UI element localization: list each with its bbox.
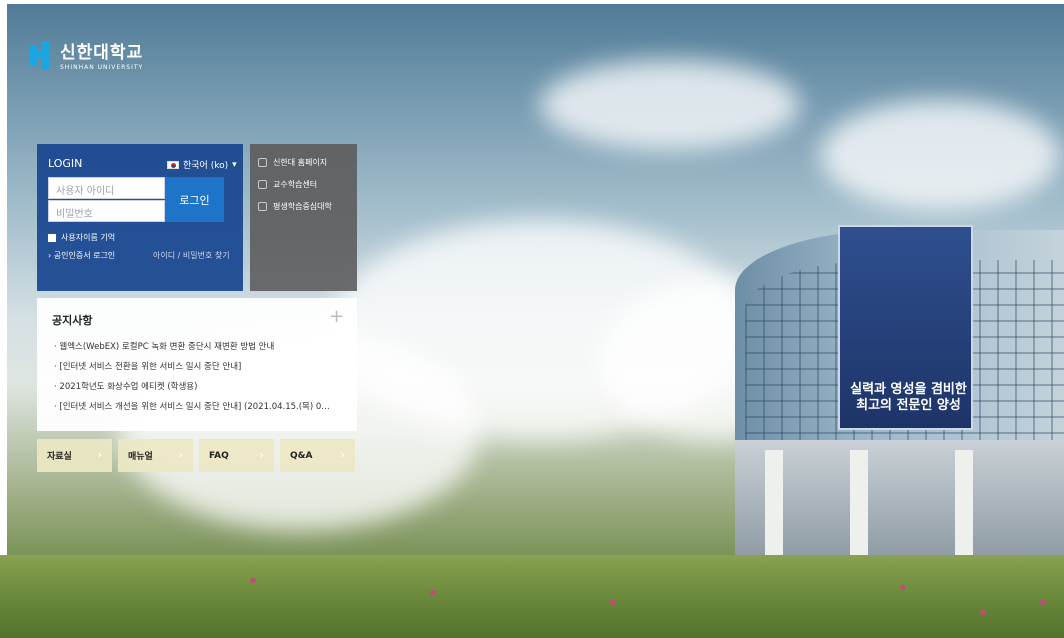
faq-button[interactable]: FAQ › (199, 439, 274, 472)
flower (980, 610, 986, 615)
logo-mark-icon (28, 40, 54, 69)
manual-label: 매뉴얼 (128, 452, 153, 462)
username-input[interactable]: 사용자 아이디 (48, 177, 165, 199)
password-input[interactable]: 비밀번호 (48, 200, 165, 222)
flower (430, 590, 436, 595)
cube-icon (258, 202, 267, 211)
notice-item[interactable]: · 웹엑스(WebEX) 로컬PC 녹화 변환 중단시 재변환 방법 안내 (54, 340, 350, 352)
building-base (735, 440, 1064, 560)
manual-button[interactable]: 매뉴얼 › (118, 439, 193, 472)
archive-button[interactable]: 자료실 › (37, 439, 112, 472)
notice-item[interactable]: · 2021학년도 화상수업 에티켓 (학생용) (54, 380, 350, 392)
quick-link-homepage[interactable]: 신한대 홈페이지 (258, 157, 327, 168)
faq-label: FAQ (209, 450, 229, 461)
login-panel: LOGIN 한국어 (ko) ▾ 사용자 아이디 비밀번호 로그인 사용자이름 … (37, 144, 243, 291)
remember-username[interactable]: 사용자이름 기억 (48, 232, 115, 243)
cloud (540, 60, 800, 150)
cert-login-link[interactable]: › 공인인증서 로그인 (48, 250, 115, 261)
quick-link-label: 평생학습중심대학 (273, 202, 332, 211)
flower (610, 600, 616, 605)
quick-link-teaching-center[interactable]: 교수학습센터 (258, 179, 317, 190)
frame-top (0, 0, 1064, 4)
flower (1040, 600, 1046, 605)
chevron-right-icon: › (97, 448, 102, 462)
logo-name: 신한대학교 (60, 43, 144, 63)
quick-links-panel: 신한대 홈페이지 교수학습센터 평생학습중심대학 (250, 144, 357, 291)
quick-link-label: 교수학습센터 (273, 180, 318, 189)
language-label: 한국어 (ko) (183, 161, 229, 171)
remember-checkbox[interactable] (48, 233, 56, 242)
notice-more-button[interactable]: + (329, 306, 344, 327)
login-title: LOGIN (48, 157, 83, 170)
quick-link-lifelong-learning[interactable]: 평생학습중심대학 (258, 201, 332, 212)
cube-icon (258, 158, 267, 167)
qna-button[interactable]: Q&A › (280, 439, 355, 472)
chevron-right-icon: › (340, 448, 345, 462)
grass-field (0, 555, 1064, 638)
cube-icon (258, 180, 267, 189)
building-banner-text: 실력과 영성을 겸비한 최고의 전문인 양성 (850, 382, 967, 413)
logo-subtitle: SHINHAN UNIVERSITY (60, 64, 144, 71)
university-logo[interactable]: 신한대학교 SHINHAN UNIVERSITY (28, 38, 143, 71)
cert-login-label: 공인인증서 로그인 (53, 251, 116, 260)
main-page: 실력과 영성을 겸비한 최고의 전문인 양성 신한대학교 SHINHAN UNI… (0, 0, 1064, 638)
caret-down-icon: ▾ (232, 159, 237, 170)
login-button[interactable]: 로그인 (165, 177, 224, 222)
remember-label: 사용자이름 기억 (61, 233, 116, 242)
notice-panel: 공지사항 + · 웹엑스(WebEX) 로컬PC 녹화 변환 중단시 재변환 방… (37, 298, 357, 431)
quick-link-label: 신한대 홈페이지 (273, 158, 328, 167)
flower (900, 585, 906, 590)
find-account-link[interactable]: 아이디 / 비밀번호 찾기 (153, 250, 230, 261)
cloud (820, 100, 1060, 210)
qna-label: Q&A (290, 450, 313, 461)
notice-title: 공지사항 (52, 314, 93, 327)
building-column (955, 450, 973, 560)
frame-left (0, 0, 7, 638)
chevron-right-icon: › (259, 448, 264, 462)
language-select[interactable]: 한국어 (ko) ▾ (167, 158, 237, 171)
archive-label: 자료실 (47, 452, 72, 462)
flower (250, 578, 256, 583)
chevron-right-icon: › (178, 448, 183, 462)
building-column (765, 450, 783, 560)
notice-item[interactable]: · [인터넷 서비스 전환을 위한 서비스 일시 중단 안내] (54, 360, 350, 372)
building-column (850, 450, 868, 560)
notice-item[interactable]: · [인터넷 서비스 개선을 위한 서비스 일시 중단 안내] (2021.04… (54, 400, 350, 412)
korea-flag-icon (167, 160, 179, 169)
